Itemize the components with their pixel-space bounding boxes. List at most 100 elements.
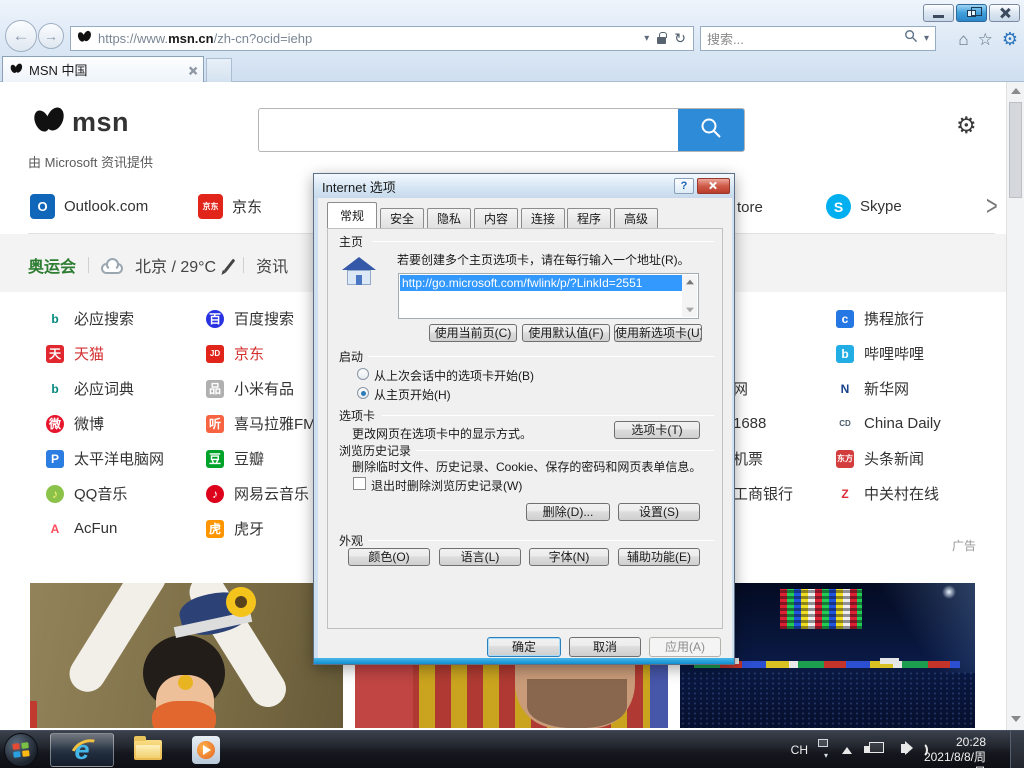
scroll-down-icon[interactable] (686, 308, 694, 313)
tmall-link[interactable]: 天天猫 (46, 336, 164, 371)
bing-search-link[interactable]: b必应搜索 (46, 301, 164, 336)
page-search-button[interactable] (678, 109, 744, 151)
toutiao-link[interactable]: 东方头条新闻 (836, 441, 941, 476)
radio-label[interactable]: 从主页开始(H) (374, 386, 451, 403)
skype-link[interactable]: S Skype (826, 194, 902, 219)
start-button[interactable] (4, 733, 38, 767)
search-icon[interactable] (904, 29, 918, 48)
tab-advanced[interactable]: 高级 (614, 208, 658, 228)
pconline-link[interactable]: P太平洋电脑网 (46, 441, 164, 476)
outlook-link[interactable]: O Outlook.com (30, 194, 148, 219)
xinhua-link[interactable]: N新华网 (836, 371, 941, 406)
link-fragment[interactable]: 工商银行 (733, 476, 793, 511)
nav-news[interactable]: 资讯 (256, 253, 288, 277)
favorites-star-icon[interactable]: ☆ (978, 30, 993, 50)
ctrip-link[interactable]: c携程旅行 (836, 301, 941, 336)
language-indicator[interactable]: CH (791, 743, 808, 757)
tab-content[interactable]: 内容 (474, 208, 518, 228)
dialog-close-button[interactable] (697, 178, 730, 194)
back-button[interactable]: ← (5, 20, 37, 52)
tab-privacy[interactable]: 隐私 (427, 208, 471, 228)
bilibili-link[interactable]: b哔哩哔哩 (836, 336, 941, 371)
ok-button[interactable]: 确定 (487, 637, 561, 657)
search-dropdown-icon[interactable]: ▾ (924, 33, 929, 44)
xiaomi-youpin-link[interactable]: 品小米有品 (206, 371, 316, 406)
tab-connections[interactable]: 连接 (521, 208, 565, 228)
volume-icon[interactable] (901, 744, 908, 753)
language-dropdown-icon[interactable]: ▾ (824, 751, 828, 760)
scroll-thumb[interactable] (1009, 102, 1022, 198)
show-hidden-icons-button[interactable] (842, 747, 852, 754)
network-icon[interactable] (869, 742, 884, 753)
tools-gear-icon[interactable]: ⚙ (1002, 29, 1018, 50)
zol-link[interactable]: Z中关村在线 (836, 476, 941, 511)
checkbox-label[interactable]: 退出时删除浏览历史记录(W) (371, 477, 522, 494)
china-daily-link[interactable]: CDChina Daily (836, 406, 941, 441)
dialog-titlebar[interactable]: Internet 选项 (314, 174, 734, 198)
tab-close-icon[interactable] (188, 66, 196, 74)
start-with-last-session-radio[interactable] (357, 368, 369, 380)
link-fragment[interactable]: 机票 (733, 441, 793, 476)
address-dropdown-icon[interactable]: ▾ (644, 33, 649, 44)
chevron-right-icon[interactable]: > (986, 191, 998, 223)
nav-olympics[interactable]: 奥运会 (28, 253, 76, 277)
search-bar[interactable]: 搜索... ▾ (700, 26, 936, 51)
languages-button[interactable]: 语言(L) (439, 548, 521, 566)
link-fragment[interactable]: 1688 (733, 406, 793, 441)
use-new-tab-button[interactable]: 使用新选项卡(U) (614, 324, 702, 342)
keyboard-layout-icon[interactable] (818, 739, 828, 747)
textarea-scrollbar[interactable] (682, 275, 697, 317)
dialog-help-button[interactable]: ? (674, 178, 694, 194)
settings-button[interactable]: 设置(S) (618, 503, 700, 521)
msn-logo[interactable]: msn (30, 106, 129, 139)
page-scrollbar[interactable] (1006, 82, 1024, 730)
refresh-icon[interactable]: ↻ (674, 30, 686, 47)
taskbar-explorer-button[interactable] (122, 733, 174, 767)
qq-music-link[interactable]: ♪QQ音乐 (46, 476, 164, 511)
scroll-up-icon[interactable] (1011, 88, 1021, 94)
huya-link[interactable]: 虎虎牙 (206, 511, 316, 546)
acfun-link[interactable]: AAcFun (46, 511, 164, 546)
minimize-button[interactable] (923, 4, 954, 22)
use-current-button[interactable]: 使用当前页(C) (429, 324, 517, 342)
clock[interactable]: 20:28 2021/8/8/周日 (916, 735, 986, 768)
tab-general[interactable]: 常规 (327, 202, 377, 228)
netease-music-link[interactable]: ♪网易云音乐 (206, 476, 316, 511)
tab-programs[interactable]: 程序 (567, 208, 611, 228)
address-bar[interactable]: https://www.msn.cn/zh-cn?ocid=iehp ▾ ↻ (70, 26, 694, 51)
page-settings-gear-icon[interactable]: ⚙ (956, 112, 977, 139)
weibo-link[interactable]: 微微博 (46, 406, 164, 441)
home-icon[interactable]: ⌂ (958, 30, 968, 50)
delete-history-on-exit-checkbox[interactable] (353, 477, 366, 490)
page-search-input[interactable] (258, 108, 745, 152)
jd-link[interactable]: JD京东 (206, 336, 316, 371)
fonts-button[interactable]: 字体(N) (529, 548, 609, 566)
forward-button[interactable]: → (38, 23, 64, 49)
tab-msn[interactable]: MSN 中国 (2, 56, 204, 82)
start-with-home-radio[interactable] (357, 387, 369, 399)
taskbar-ie-button[interactable]: e (50, 733, 114, 767)
tab-security[interactable]: 安全 (380, 208, 424, 228)
ximalaya-link[interactable]: 听喜马拉雅FM (206, 406, 316, 441)
homepage-textarea[interactable]: http://go.microsoft.com/fwlink/p/?LinkId… (398, 273, 699, 319)
show-desktop-button[interactable] (1010, 731, 1024, 768)
scroll-up-icon[interactable] (686, 280, 694, 285)
bing-dict-link[interactable]: b必应词典 (46, 371, 164, 406)
weather-text[interactable]: 北京 / 29°C (135, 253, 216, 277)
accessibility-button[interactable]: 辅助功能(E) (618, 548, 700, 566)
douban-link[interactable]: 豆豆瓣 (206, 441, 316, 476)
baidu-link[interactable]: 百百度搜索 (206, 301, 316, 336)
taskbar-media-player-button[interactable] (180, 733, 232, 767)
tabs-button[interactable]: 选项卡(T) (614, 421, 700, 439)
use-default-button[interactable]: 使用默认值(F) (522, 324, 610, 342)
restore-button[interactable] (956, 4, 987, 22)
delete-button[interactable]: 删除(D)... (526, 503, 610, 521)
cancel-button[interactable]: 取消 (569, 637, 641, 657)
close-button[interactable] (989, 4, 1020, 22)
link-fragment[interactable]: 网 (733, 371, 793, 406)
edit-pencil-icon[interactable] (224, 258, 236, 272)
store-link-fragment[interactable]: tore (737, 199, 763, 216)
radio-label[interactable]: 从上次会话中的选项卡开始(B) (374, 367, 534, 384)
jd-link[interactable]: 京东 京东 (198, 194, 262, 219)
new-tab-button[interactable] (206, 58, 232, 82)
